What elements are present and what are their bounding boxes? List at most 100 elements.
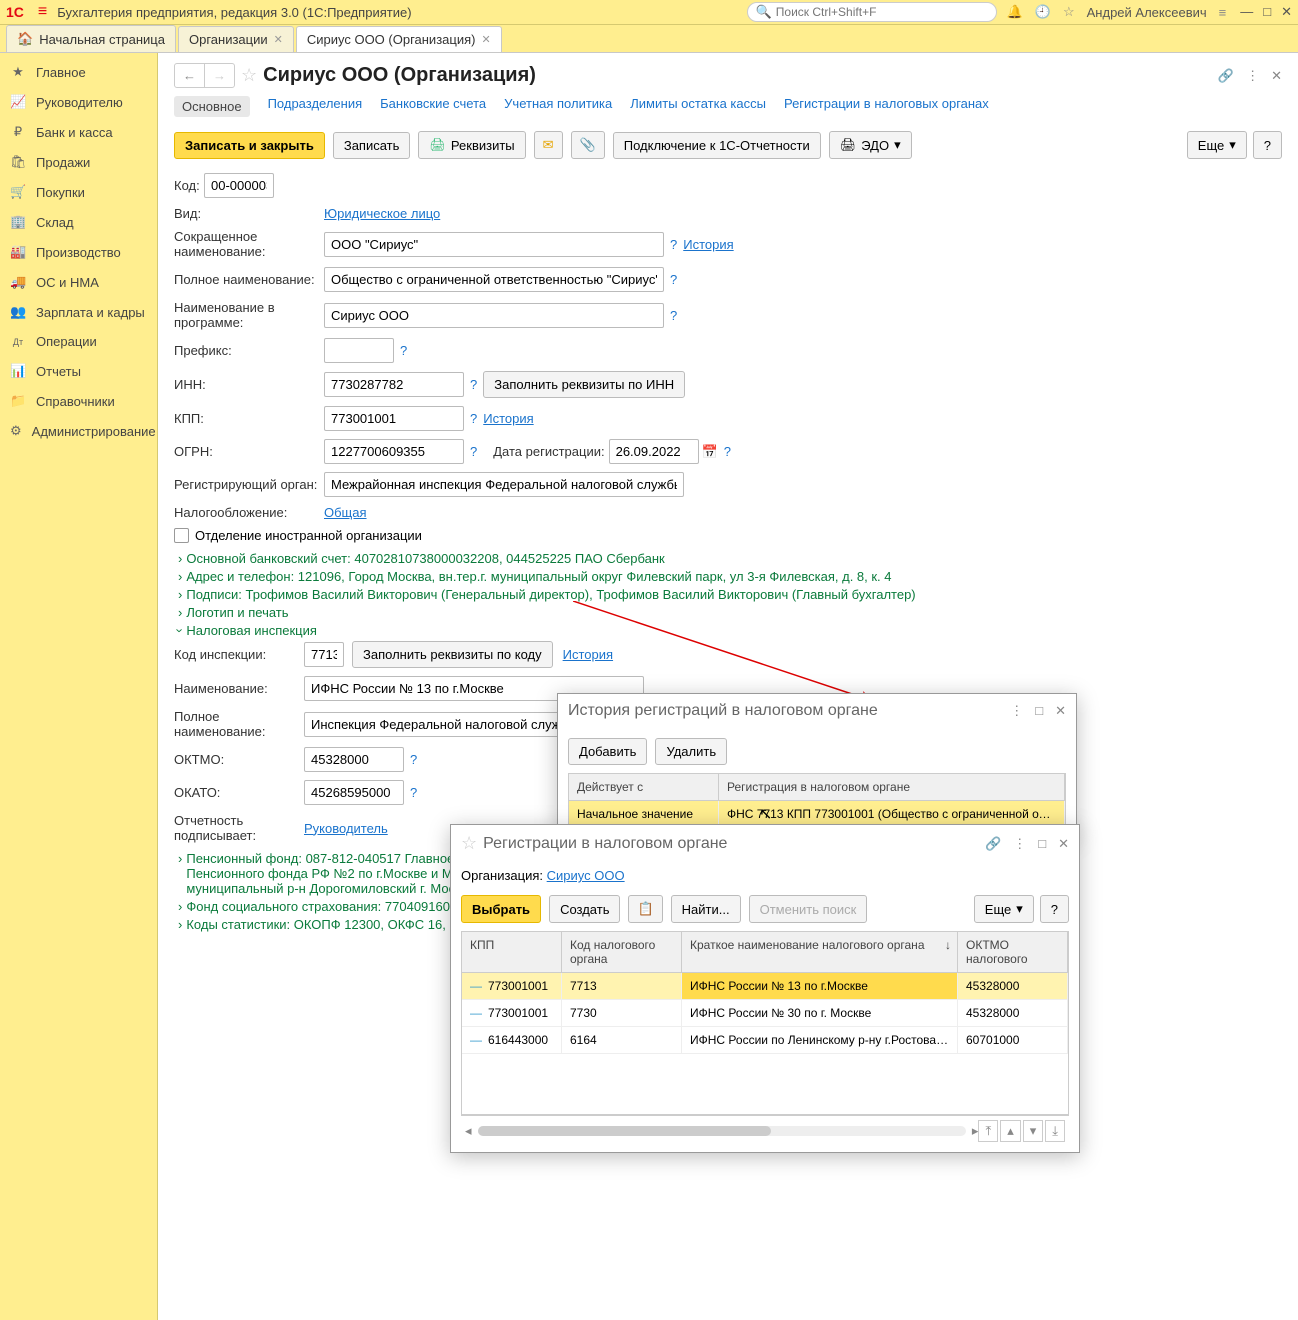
fullname-input[interactable] bbox=[324, 267, 664, 292]
sidebar-item-sales[interactable]: 🛍Продажи bbox=[0, 147, 157, 177]
close-icon[interactable]: ✕ bbox=[1281, 4, 1292, 20]
select-button[interactable]: Выбрать bbox=[461, 895, 541, 923]
subtab-cash[interactable]: Лимиты остатка кассы bbox=[630, 96, 766, 117]
history-icon[interactable]: 🕘 bbox=[1035, 4, 1051, 20]
sidebar-item-reports[interactable]: 📊Отчеты bbox=[0, 356, 157, 386]
copy-button[interactable]: 📋 bbox=[628, 895, 662, 923]
sidebar-item-admin[interactable]: ⚙Администрирование bbox=[0, 416, 157, 446]
col-kpp[interactable]: КПП bbox=[462, 932, 562, 972]
link-icon[interactable]: 🔗 bbox=[1218, 68, 1234, 84]
scroll-down-icon[interactable]: ▾ bbox=[1023, 1120, 1044, 1142]
subtab-divisions[interactable]: Подразделения bbox=[268, 96, 363, 117]
ogrn-input[interactable] bbox=[324, 439, 464, 464]
help-icon[interactable]: ? bbox=[724, 444, 731, 459]
help-icon[interactable]: ? bbox=[670, 272, 677, 287]
subtab-taxreg[interactable]: Регистрации в налоговых органах bbox=[784, 96, 989, 117]
subtab-accounting[interactable]: Учетная политика bbox=[504, 96, 612, 117]
chevron-right-icon[interactable]: › bbox=[178, 551, 182, 566]
scroll-top-icon[interactable]: ⤒ bbox=[978, 1120, 998, 1142]
connect-1c-button[interactable]: Подключение к 1С-Отчетности bbox=[613, 132, 821, 159]
tab-home[interactable]: 🏠 Начальная страница bbox=[6, 25, 176, 52]
bank-link[interactable]: Основной банковский счет: 40702810738000… bbox=[186, 551, 664, 566]
chevron-right-icon[interactable]: › bbox=[178, 899, 182, 914]
more-icon[interactable]: ⋮ bbox=[1013, 836, 1026, 852]
address-link[interactable]: Адрес и телефон: 121096, Город Москва, в… bbox=[186, 569, 891, 584]
subtab-bank[interactable]: Банковские счета bbox=[380, 96, 486, 117]
subtab-main[interactable]: Основное bbox=[174, 96, 250, 117]
scroll-bottom-icon[interactable]: ⤓ bbox=[1045, 1120, 1065, 1142]
col-name[interactable]: Краткое наименование налогового органа↓ bbox=[682, 932, 958, 972]
scroll-up-icon[interactable]: ▴ bbox=[1000, 1120, 1021, 1142]
chevron-right-icon[interactable]: › bbox=[178, 917, 182, 932]
inspcode-input[interactable] bbox=[304, 642, 344, 667]
more-icon[interactable]: ⋮ bbox=[1010, 703, 1023, 719]
favorite-icon[interactable]: ☆ bbox=[241, 65, 257, 86]
save-close-button[interactable]: Записать и закрыть bbox=[174, 132, 325, 159]
org-link[interactable]: Сириус ООО bbox=[547, 868, 625, 883]
progname-input[interactable] bbox=[324, 303, 664, 328]
link-icon[interactable]: 🔗 bbox=[985, 836, 1001, 852]
help-button[interactable]: ? bbox=[1040, 895, 1069, 923]
close-icon[interactable]: ✕ bbox=[1055, 703, 1066, 719]
tax-link[interactable]: Общая bbox=[324, 505, 367, 520]
forward-button[interactable]: → bbox=[205, 64, 234, 87]
close-icon[interactable]: ✕ bbox=[1058, 836, 1069, 852]
inn-input[interactable] bbox=[324, 372, 464, 397]
props-button[interactable]: 🖨Реквизиты bbox=[418, 131, 525, 159]
more-button[interactable]: Еще ▾ bbox=[1187, 131, 1247, 159]
help-icon[interactable]: ? bbox=[670, 237, 677, 252]
search-box[interactable]: 🔍 bbox=[747, 2, 997, 22]
more-icon[interactable]: ⋮ bbox=[1246, 68, 1259, 84]
col-oktmo[interactable]: ОКТМО налогового bbox=[958, 932, 1068, 972]
sidebar-item-assets[interactable]: 🚚ОС и НМА bbox=[0, 267, 157, 297]
add-button[interactable]: Добавить bbox=[568, 738, 647, 765]
chevron-right-icon[interactable]: › bbox=[178, 851, 182, 866]
maximize-icon[interactable]: □ bbox=[1263, 4, 1271, 20]
delete-button[interactable]: Удалить bbox=[655, 738, 727, 765]
sidebar-item-bank[interactable]: ₽Банк и касса bbox=[0, 117, 157, 147]
taxinsp-link[interactable]: Налоговая инспекция bbox=[186, 623, 317, 638]
regdate-input[interactable] bbox=[609, 439, 699, 464]
settings-icon[interactable]: ≡ bbox=[1219, 5, 1227, 20]
chevron-right-icon[interactable]: › bbox=[178, 605, 182, 620]
table-row[interactable]: —773001001 7713 ИФНС России № 13 по г.Мо… bbox=[462, 973, 1068, 1000]
help-button[interactable]: ? bbox=[1253, 131, 1282, 159]
signatures-link[interactable]: Подписи: Трофимов Василий Викторович (Ге… bbox=[186, 587, 915, 602]
tab-organizations[interactable]: Организации ✕ bbox=[178, 26, 294, 52]
kpp-input[interactable] bbox=[324, 406, 464, 431]
foreign-checkbox[interactable] bbox=[174, 528, 189, 543]
history-link[interactable]: История bbox=[483, 411, 533, 426]
help-icon[interactable]: ? bbox=[470, 377, 477, 392]
horizontal-scrollbar[interactable]: ◂ ▸ ⤒ ▴ ▾ ⤓ bbox=[461, 1115, 1069, 1146]
star-icon[interactable]: ☆ bbox=[1063, 4, 1075, 20]
okato-input[interactable] bbox=[304, 780, 404, 805]
signer-link[interactable]: Руководитель bbox=[304, 821, 388, 836]
stats-link[interactable]: Коды статистики: ОКОПФ 12300, ОКФС 16, О… bbox=[186, 917, 466, 932]
help-icon[interactable]: ? bbox=[400, 343, 407, 358]
tab-close-icon[interactable]: ✕ bbox=[274, 33, 283, 46]
fill-by-inn-button[interactable]: Заполнить реквизиты по ИНН bbox=[483, 371, 685, 398]
shortname-input[interactable] bbox=[324, 232, 664, 257]
code-input[interactable] bbox=[204, 173, 274, 198]
help-icon[interactable]: ? bbox=[410, 752, 417, 767]
logo-link[interactable]: Логотип и печать bbox=[186, 605, 288, 620]
sidebar-item-salary[interactable]: 👥Зарплата и кадры bbox=[0, 297, 157, 327]
scroll-thumb[interactable] bbox=[478, 1126, 771, 1136]
type-link[interactable]: Юридическое лицо bbox=[324, 206, 440, 221]
sidebar-item-purchases[interactable]: 🛒Покупки bbox=[0, 177, 157, 207]
maximize-icon[interactable]: □ bbox=[1035, 703, 1043, 719]
history-link[interactable]: История bbox=[683, 237, 733, 252]
tab-close-icon[interactable]: ✕ bbox=[481, 33, 490, 46]
sidebar-item-main[interactable]: ★Главное bbox=[0, 57, 157, 87]
attach-button[interactable]: 📎 bbox=[571, 131, 605, 159]
sidebar-item-catalogs[interactable]: 📁Справочники bbox=[0, 386, 157, 416]
mail-button[interactable]: ✉ bbox=[534, 131, 563, 159]
help-icon[interactable]: ? bbox=[410, 785, 417, 800]
close-form-icon[interactable]: ✕ bbox=[1271, 68, 1282, 84]
fill-by-code-button[interactable]: Заполнить реквизиты по коду bbox=[352, 641, 553, 668]
back-button[interactable]: ← bbox=[175, 64, 205, 87]
find-button[interactable]: Найти... bbox=[671, 895, 741, 923]
favorite-icon[interactable]: ☆ bbox=[461, 833, 477, 854]
chevron-right-icon[interactable]: › bbox=[178, 569, 182, 584]
sidebar-item-manager[interactable]: 📈Руководителю bbox=[0, 87, 157, 117]
